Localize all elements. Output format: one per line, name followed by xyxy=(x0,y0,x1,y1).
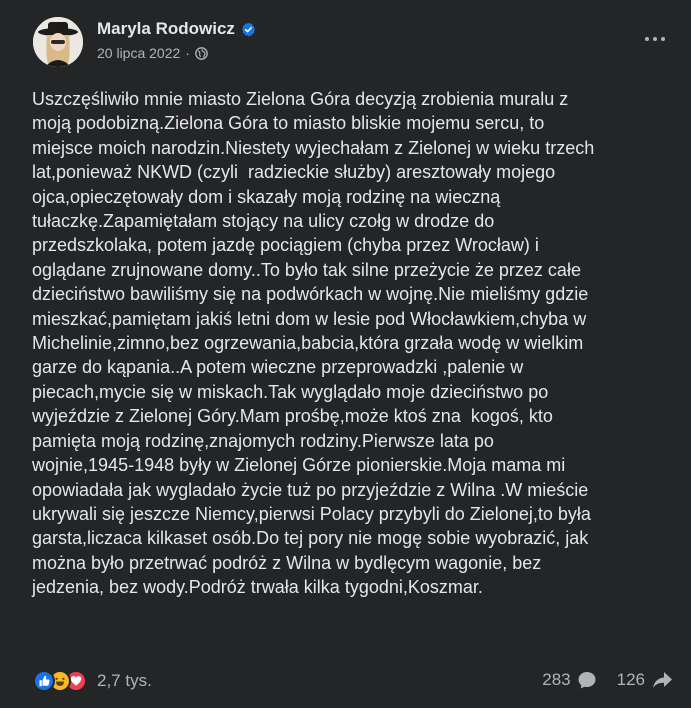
engagement-counts: 283 126 xyxy=(542,670,673,690)
post-text-line: mieszkać,pamiętam jakiś letni dom w lesi… xyxy=(32,308,587,329)
post-text-line: można było przetrwać podróż z Wilna w by… xyxy=(32,552,542,573)
post-text-line: Uszczęśliwiło mnie miasto Zielona Góra d… xyxy=(32,89,569,109)
post-text-line: wyjeździe z Zielonej Góry.Mam prośbę,moż… xyxy=(32,406,553,427)
like-reaction-icon xyxy=(33,670,55,692)
comments-count: 283 xyxy=(542,670,571,689)
post-footer: 2,7 tys. 283 126 xyxy=(33,668,673,698)
author-name[interactable]: Maryla Rodowicz xyxy=(97,19,235,39)
post-date[interactable]: 20 lipca 2022 xyxy=(97,45,180,61)
post-header: Maryla Rodowicz 20 lipca 2022 · xyxy=(33,17,673,69)
more-options-icon[interactable] xyxy=(639,27,671,51)
post-text-line: jedzenia, bez wody.Podróż trwała kilka t… xyxy=(32,577,483,598)
comment-icon xyxy=(578,672,596,689)
author-avatar[interactable] xyxy=(33,17,83,67)
post-text-line: przedszkolaka, potem jazdę pociągiem (ch… xyxy=(32,235,539,256)
post-text-line: Michelinie,zimno,bez ogrzewania,babcia,k… xyxy=(32,333,584,354)
post-text-line: lat,ponieważ NKWD (czyli radzieckie służ… xyxy=(32,162,556,183)
post-text-line: pamięta moją rodzinę,znajomych rodziny.P… xyxy=(32,430,494,451)
post-meta: 20 lipca 2022 · xyxy=(97,45,208,61)
post-text-line: piecach,mycie się w miskach.Tak wyglądał… xyxy=(32,381,549,402)
reactions-summary[interactable]: 2,7 tys. xyxy=(33,670,152,692)
facebook-post: Maryla Rodowicz 20 lipca 2022 · Uszczęśl… xyxy=(0,0,691,708)
post-text-line: garze do kąpania..A potem wieczne przepr… xyxy=(32,357,524,378)
globe-icon xyxy=(195,46,208,60)
author-row: Maryla Rodowicz xyxy=(97,19,256,39)
post-text-line: ukrywali się jeszcze Niemcy,pierwsi Pola… xyxy=(32,503,591,524)
post-text-line: dzieciństwo bawiliśmy się na podwórkach … xyxy=(32,284,589,305)
post-text-line: ojca,opieczętowały dom i skazały moją ro… xyxy=(32,186,501,207)
post-text-line: wojnie,1945-1948 były w Zielonej Górze p… xyxy=(32,455,566,476)
post-text-line: tułaczkę.Zapamiętałam stojący na ulicy c… xyxy=(32,211,495,232)
reaction-count[interactable]: 2,7 tys. xyxy=(97,671,152,691)
post-text-line: garsta,liczaca kilkaset osób.Do tej pory… xyxy=(32,528,589,549)
verified-badge-icon xyxy=(241,22,255,36)
post-text: Uszczęśliwiło mnie miasto Zielona Góra d… xyxy=(32,87,672,600)
comments-count-link[interactable]: 283 xyxy=(542,670,596,690)
post-text-line: miejsce moich narodzin.Niestety wyjechał… xyxy=(32,137,595,158)
shares-count-link[interactable]: 126 xyxy=(617,670,673,690)
share-icon xyxy=(653,672,672,688)
shares-count: 126 xyxy=(616,670,645,689)
post-text-line: moją podobizną.Zielona Góra to miasto bl… xyxy=(32,113,545,134)
meta-separator: · xyxy=(185,45,190,61)
post-text-line: oglądane zrujnowane domy..To było tak si… xyxy=(32,259,581,280)
post-text-line: opowiadała jak wygladało życie tuż po pr… xyxy=(32,479,589,500)
